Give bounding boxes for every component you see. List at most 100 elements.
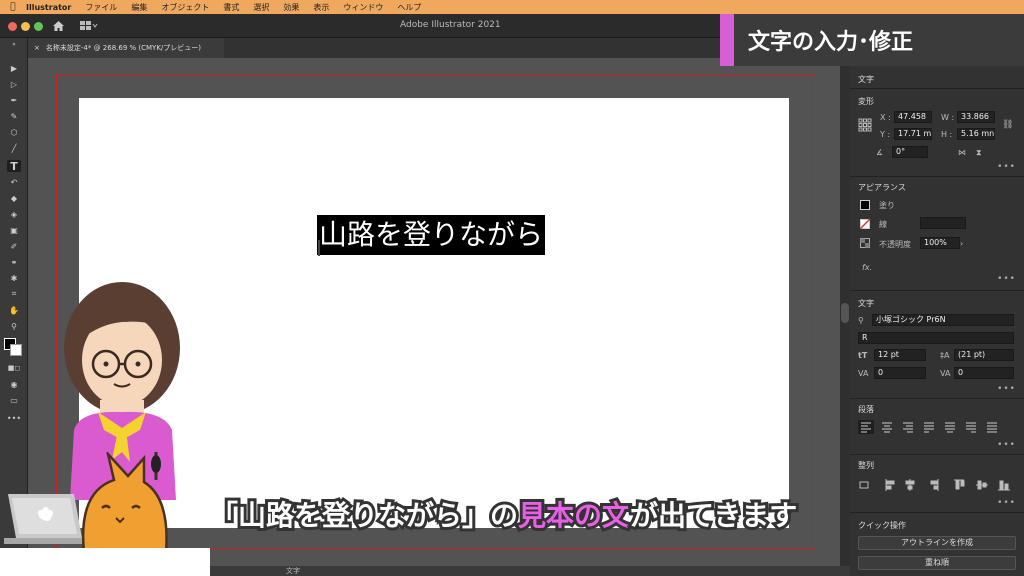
eraser-tool-icon[interactable]: ◆	[7, 192, 21, 204]
align-object-buttons[interactable]	[858, 478, 1018, 492]
subtitle-part-1: 「山路を登りながら」の	[207, 496, 521, 535]
leading-field[interactable]: (21 pt)	[954, 349, 1014, 361]
artboard-tool-icon[interactable]: ⌗	[7, 288, 21, 300]
x-field[interactable]: 47.458	[894, 111, 932, 123]
banner-accent-bar	[720, 14, 734, 66]
character-title: 文字	[858, 299, 874, 308]
stroke-none-icon[interactable]	[860, 219, 870, 229]
paragraph-more-icon[interactable]: •••	[997, 440, 1016, 450]
eyedropper-tool-icon[interactable]: ✐	[7, 240, 21, 252]
menu-select[interactable]: 選択	[253, 2, 269, 13]
divider	[850, 290, 1024, 291]
kerning-field[interactable]: 0	[874, 367, 926, 379]
h-field[interactable]: 5.16 mn	[957, 128, 995, 140]
selection-tool-icon[interactable]: ▶	[7, 62, 21, 74]
appearance-more-icon[interactable]: •••	[997, 274, 1016, 284]
direct-selection-tool-icon[interactable]: ▷	[7, 78, 21, 90]
subtitle-part-2: が出てきます	[627, 496, 800, 535]
menu-help[interactable]: ヘルプ	[397, 2, 421, 13]
kerning-icon: VA	[858, 369, 869, 378]
document-tab-label: 名称未設定-4* @ 268.69 % (CMYK/プレビュー)	[45, 44, 202, 52]
rotate-field[interactable]: 0°	[892, 146, 928, 158]
flip-horizontal-icon[interactable]: ⋈	[958, 148, 966, 157]
panel-collapse-icon[interactable]: »	[7, 38, 21, 50]
screen-mode-icon[interactable]: ▭	[7, 394, 21, 406]
menu-window[interactable]: ウィンドウ	[343, 2, 383, 13]
h-label: H :	[941, 130, 953, 139]
shape-tool-icon[interactable]: ⬡	[7, 126, 21, 138]
workspace-switcher-icon[interactable]	[80, 21, 98, 31]
banner-text: 文字の入力･修正	[748, 30, 914, 55]
scrollbar-thumb[interactable]	[841, 303, 849, 323]
pen-tool-icon[interactable]: ✒	[7, 94, 21, 106]
leading-icon: ‡A	[940, 351, 950, 360]
menu-bar:  Illustrator ファイル 編集 オブジェクト 書式 選択 効果 表示…	[0, 0, 1024, 14]
menu-object[interactable]: オブジェクト	[161, 2, 209, 13]
zoom-window-button[interactable]	[34, 22, 43, 31]
video-subtitle: 「山路を登りながら」の見本の文が出てきます	[207, 494, 800, 535]
divider	[850, 454, 1024, 455]
transform-more-icon[interactable]: •••	[997, 162, 1016, 172]
menu-file[interactable]: ファイル	[85, 2, 117, 13]
opacity-icon	[860, 238, 870, 248]
stroke-label: 線	[879, 220, 887, 229]
gradient-tool-icon[interactable]: ▣	[7, 224, 21, 236]
opacity-arrow-icon[interactable]: ›	[960, 239, 963, 248]
constrain-proportions-icon[interactable]: ⛓	[1002, 120, 1013, 130]
opacity-field[interactable]: 100%	[920, 237, 960, 249]
minimize-window-button[interactable]	[21, 22, 30, 31]
close-tab-icon[interactable]: ×	[34, 44, 40, 52]
flip-vertical-icon[interactable]: ⧗	[976, 148, 982, 158]
document-tab[interactable]: × 名称未設定-4* @ 268.69 % (CMYK/プレビュー)	[28, 38, 224, 58]
hand-tool-icon[interactable]: ✋	[7, 304, 21, 316]
divider	[850, 176, 1024, 177]
stroke-weight-field[interactable]	[920, 217, 966, 229]
opacity-label: 不透明度	[879, 240, 911, 249]
fill-swatch[interactable]	[860, 200, 870, 210]
paragraph-align-buttons[interactable]	[858, 420, 1018, 434]
divider	[850, 398, 1024, 399]
color-mode-icon[interactable]: ■◻	[7, 362, 21, 374]
stroke-color-swatch[interactable]	[10, 344, 22, 356]
fx-icon[interactable]: fx.	[862, 263, 872, 272]
align-more-icon[interactable]: •••	[997, 498, 1016, 508]
font-search-icon[interactable]: ⚲	[858, 316, 864, 325]
type-tool-icon[interactable]: T	[7, 160, 21, 173]
subtitle-highlight: 見本の文	[515, 496, 633, 535]
blend-tool-icon[interactable]: ⚭	[7, 256, 21, 268]
curvature-tool-icon[interactable]: ✎	[7, 110, 21, 122]
menu-type[interactable]: 書式	[223, 2, 239, 13]
draw-mode-icon[interactable]: ◉	[7, 378, 21, 390]
close-window-button[interactable]	[8, 22, 17, 31]
angle-icon: ∡	[876, 148, 884, 157]
menu-effect[interactable]: 効果	[283, 2, 299, 13]
status-panel-label: 文字	[286, 567, 300, 575]
apple-icon[interactable]: 	[0, 2, 26, 12]
w-field[interactable]: 33.866	[957, 111, 995, 123]
font-size-icon: tT	[858, 351, 868, 360]
arrange-button[interactable]: 重ね順	[858, 556, 1016, 570]
y-field[interactable]: 17.71 m	[894, 128, 932, 140]
rotate-tool-icon[interactable]: ↶	[7, 176, 21, 188]
window-title: Adobe Illustrator 2021	[400, 20, 501, 30]
vertical-scrollbar[interactable]	[840, 58, 850, 566]
font-family-field[interactable]: 小塚ゴシック Pr6N	[872, 314, 1014, 326]
menu-edit[interactable]: 編集	[131, 2, 147, 13]
character-more-icon[interactable]: •••	[997, 384, 1016, 394]
brush-tool-icon[interactable]: ╱	[7, 142, 21, 154]
selected-text-object[interactable]: 山路を登りながら	[317, 215, 546, 255]
zoom-tool-icon[interactable]: ⚲	[7, 320, 21, 332]
menu-view[interactable]: 表示	[313, 2, 329, 13]
more-tools-icon[interactable]: •••	[7, 412, 21, 424]
symbol-sprayer-tool-icon[interactable]: ✱	[7, 272, 21, 284]
create-outlines-button[interactable]: アウトラインを作成	[858, 536, 1016, 550]
reference-point-icon[interactable]	[858, 118, 872, 132]
scale-tool-icon[interactable]: ◈	[7, 208, 21, 220]
font-size-field[interactable]: 12 pt	[874, 349, 926, 361]
horizontal-scrollbar[interactable]: 文字	[210, 566, 850, 576]
font-style-field[interactable]: R	[858, 332, 1014, 344]
menu-app-name[interactable]: Illustrator	[26, 3, 71, 12]
divider	[850, 88, 1024, 89]
home-icon[interactable]	[52, 20, 65, 32]
tracking-field[interactable]: 0	[954, 367, 1014, 379]
